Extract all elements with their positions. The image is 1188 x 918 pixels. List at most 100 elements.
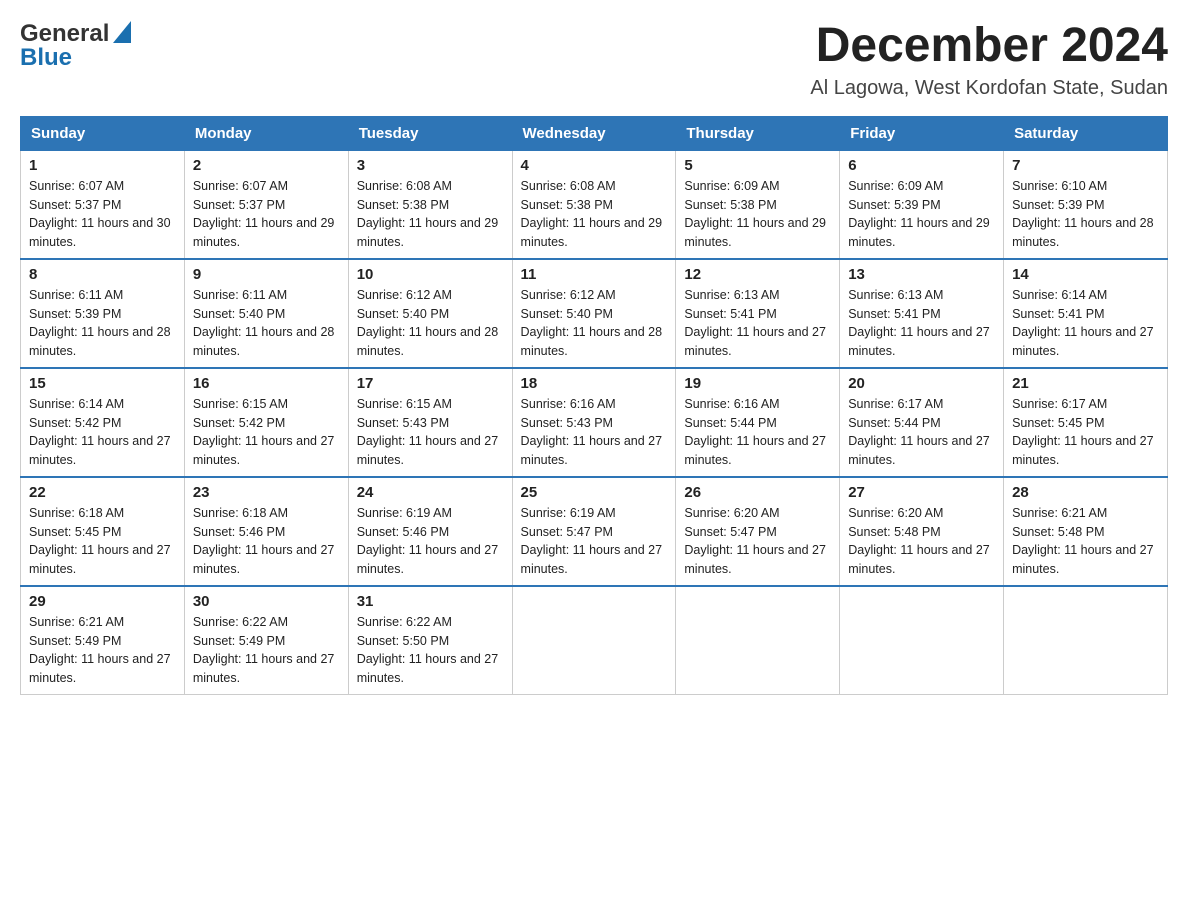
calendar-cell: 21 Sunrise: 6:17 AMSunset: 5:45 PMDaylig…: [1004, 368, 1168, 477]
day-info: Sunrise: 6:10 AMSunset: 5:39 PMDaylight:…: [1012, 179, 1154, 249]
calendar-header-row: SundayMondayTuesdayWednesdayThursdayFrid…: [21, 116, 1168, 150]
day-number: 5: [684, 157, 831, 174]
day-info: Sunrise: 6:08 AMSunset: 5:38 PMDaylight:…: [521, 179, 663, 249]
day-info: Sunrise: 6:18 AMSunset: 5:45 PMDaylight:…: [29, 506, 171, 576]
calendar-cell: 7 Sunrise: 6:10 AMSunset: 5:39 PMDayligh…: [1004, 150, 1168, 259]
location-title: Al Lagowa, West Kordofan State, Sudan: [810, 77, 1168, 100]
day-number: 4: [521, 157, 668, 174]
day-info: Sunrise: 6:15 AMSunset: 5:42 PMDaylight:…: [193, 397, 335, 467]
day-info: Sunrise: 6:12 AMSunset: 5:40 PMDaylight:…: [357, 288, 499, 358]
day-info: Sunrise: 6:11 AMSunset: 5:39 PMDaylight:…: [29, 288, 171, 358]
day-info: Sunrise: 6:21 AMSunset: 5:49 PMDaylight:…: [29, 615, 171, 685]
day-info: Sunrise: 6:18 AMSunset: 5:46 PMDaylight:…: [193, 506, 335, 576]
day-number: 30: [193, 593, 340, 610]
calendar-cell: [676, 586, 840, 695]
day-info: Sunrise: 6:09 AMSunset: 5:38 PMDaylight:…: [684, 179, 826, 249]
day-info: Sunrise: 6:21 AMSunset: 5:48 PMDaylight:…: [1012, 506, 1154, 576]
calendar-cell: [840, 586, 1004, 695]
logo-triangle-icon: [113, 21, 131, 48]
day-number: 19: [684, 375, 831, 392]
calendar-cell: [512, 586, 676, 695]
calendar-header-thursday: Thursday: [676, 116, 840, 150]
day-info: Sunrise: 6:20 AMSunset: 5:48 PMDaylight:…: [848, 506, 990, 576]
calendar-header-monday: Monday: [184, 116, 348, 150]
calendar-cell: 18 Sunrise: 6:16 AMSunset: 5:43 PMDaylig…: [512, 368, 676, 477]
calendar-cell: [1004, 586, 1168, 695]
calendar-cell: 29 Sunrise: 6:21 AMSunset: 5:49 PMDaylig…: [21, 586, 185, 695]
day-number: 14: [1012, 266, 1159, 283]
month-title: December 2024: [810, 20, 1168, 73]
day-number: 28: [1012, 484, 1159, 501]
calendar-week-row: 29 Sunrise: 6:21 AMSunset: 5:49 PMDaylig…: [21, 586, 1168, 695]
day-number: 15: [29, 375, 176, 392]
day-info: Sunrise: 6:13 AMSunset: 5:41 PMDaylight:…: [684, 288, 826, 358]
day-number: 13: [848, 266, 995, 283]
calendar-header-saturday: Saturday: [1004, 116, 1168, 150]
calendar-header-wednesday: Wednesday: [512, 116, 676, 150]
day-number: 10: [357, 266, 504, 283]
day-number: 29: [29, 593, 176, 610]
day-info: Sunrise: 6:07 AMSunset: 5:37 PMDaylight:…: [193, 179, 335, 249]
calendar-cell: 24 Sunrise: 6:19 AMSunset: 5:46 PMDaylig…: [348, 477, 512, 586]
day-info: Sunrise: 6:07 AMSunset: 5:37 PMDaylight:…: [29, 179, 171, 249]
day-number: 9: [193, 266, 340, 283]
calendar-cell: 16 Sunrise: 6:15 AMSunset: 5:42 PMDaylig…: [184, 368, 348, 477]
day-info: Sunrise: 6:17 AMSunset: 5:45 PMDaylight:…: [1012, 397, 1154, 467]
day-number: 24: [357, 484, 504, 501]
day-number: 17: [357, 375, 504, 392]
calendar-cell: 31 Sunrise: 6:22 AMSunset: 5:50 PMDaylig…: [348, 586, 512, 695]
calendar-header-tuesday: Tuesday: [348, 116, 512, 150]
day-number: 18: [521, 375, 668, 392]
day-info: Sunrise: 6:14 AMSunset: 5:42 PMDaylight:…: [29, 397, 171, 467]
calendar-cell: 23 Sunrise: 6:18 AMSunset: 5:46 PMDaylig…: [184, 477, 348, 586]
day-info: Sunrise: 6:16 AMSunset: 5:44 PMDaylight:…: [684, 397, 826, 467]
day-info: Sunrise: 6:19 AMSunset: 5:46 PMDaylight:…: [357, 506, 499, 576]
calendar-cell: 20 Sunrise: 6:17 AMSunset: 5:44 PMDaylig…: [840, 368, 1004, 477]
calendar-header-sunday: Sunday: [21, 116, 185, 150]
calendar-cell: 25 Sunrise: 6:19 AMSunset: 5:47 PMDaylig…: [512, 477, 676, 586]
calendar-cell: 11 Sunrise: 6:12 AMSunset: 5:40 PMDaylig…: [512, 259, 676, 368]
day-number: 7: [1012, 157, 1159, 174]
day-info: Sunrise: 6:22 AMSunset: 5:50 PMDaylight:…: [357, 615, 499, 685]
day-info: Sunrise: 6:11 AMSunset: 5:40 PMDaylight:…: [193, 288, 335, 358]
day-number: 23: [193, 484, 340, 501]
calendar-week-row: 22 Sunrise: 6:18 AMSunset: 5:45 PMDaylig…: [21, 477, 1168, 586]
day-number: 11: [521, 266, 668, 283]
calendar-week-row: 8 Sunrise: 6:11 AMSunset: 5:39 PMDayligh…: [21, 259, 1168, 368]
day-number: 22: [29, 484, 176, 501]
calendar-cell: 2 Sunrise: 6:07 AMSunset: 5:37 PMDayligh…: [184, 150, 348, 259]
day-info: Sunrise: 6:16 AMSunset: 5:43 PMDaylight:…: [521, 397, 663, 467]
title-area: December 2024 Al Lagowa, West Kordofan S…: [810, 20, 1168, 100]
calendar-cell: 13 Sunrise: 6:13 AMSunset: 5:41 PMDaylig…: [840, 259, 1004, 368]
calendar-cell: 5 Sunrise: 6:09 AMSunset: 5:38 PMDayligh…: [676, 150, 840, 259]
logo-blue-text: Blue: [20, 44, 72, 72]
calendar-table: SundayMondayTuesdayWednesdayThursdayFrid…: [20, 116, 1168, 695]
day-number: 8: [29, 266, 176, 283]
day-number: 16: [193, 375, 340, 392]
day-info: Sunrise: 6:17 AMSunset: 5:44 PMDaylight:…: [848, 397, 990, 467]
header: General Blue December 2024 Al Lagowa, We…: [20, 20, 1168, 100]
day-info: Sunrise: 6:13 AMSunset: 5:41 PMDaylight:…: [848, 288, 990, 358]
day-info: Sunrise: 6:20 AMSunset: 5:47 PMDaylight:…: [684, 506, 826, 576]
calendar-cell: 10 Sunrise: 6:12 AMSunset: 5:40 PMDaylig…: [348, 259, 512, 368]
logo: General Blue: [20, 20, 131, 72]
day-number: 25: [521, 484, 668, 501]
day-number: 20: [848, 375, 995, 392]
calendar-cell: 19 Sunrise: 6:16 AMSunset: 5:44 PMDaylig…: [676, 368, 840, 477]
calendar-cell: 12 Sunrise: 6:13 AMSunset: 5:41 PMDaylig…: [676, 259, 840, 368]
day-info: Sunrise: 6:09 AMSunset: 5:39 PMDaylight:…: [848, 179, 990, 249]
day-info: Sunrise: 6:14 AMSunset: 5:41 PMDaylight:…: [1012, 288, 1154, 358]
day-number: 6: [848, 157, 995, 174]
calendar-header-friday: Friday: [840, 116, 1004, 150]
calendar-cell: 4 Sunrise: 6:08 AMSunset: 5:38 PMDayligh…: [512, 150, 676, 259]
calendar-cell: 26 Sunrise: 6:20 AMSunset: 5:47 PMDaylig…: [676, 477, 840, 586]
calendar-cell: 30 Sunrise: 6:22 AMSunset: 5:49 PMDaylig…: [184, 586, 348, 695]
calendar-cell: 22 Sunrise: 6:18 AMSunset: 5:45 PMDaylig…: [21, 477, 185, 586]
day-number: 12: [684, 266, 831, 283]
day-info: Sunrise: 6:19 AMSunset: 5:47 PMDaylight:…: [521, 506, 663, 576]
day-info: Sunrise: 6:08 AMSunset: 5:38 PMDaylight:…: [357, 179, 499, 249]
day-number: 27: [848, 484, 995, 501]
calendar-cell: 3 Sunrise: 6:08 AMSunset: 5:38 PMDayligh…: [348, 150, 512, 259]
calendar-week-row: 1 Sunrise: 6:07 AMSunset: 5:37 PMDayligh…: [21, 150, 1168, 259]
day-number: 2: [193, 157, 340, 174]
